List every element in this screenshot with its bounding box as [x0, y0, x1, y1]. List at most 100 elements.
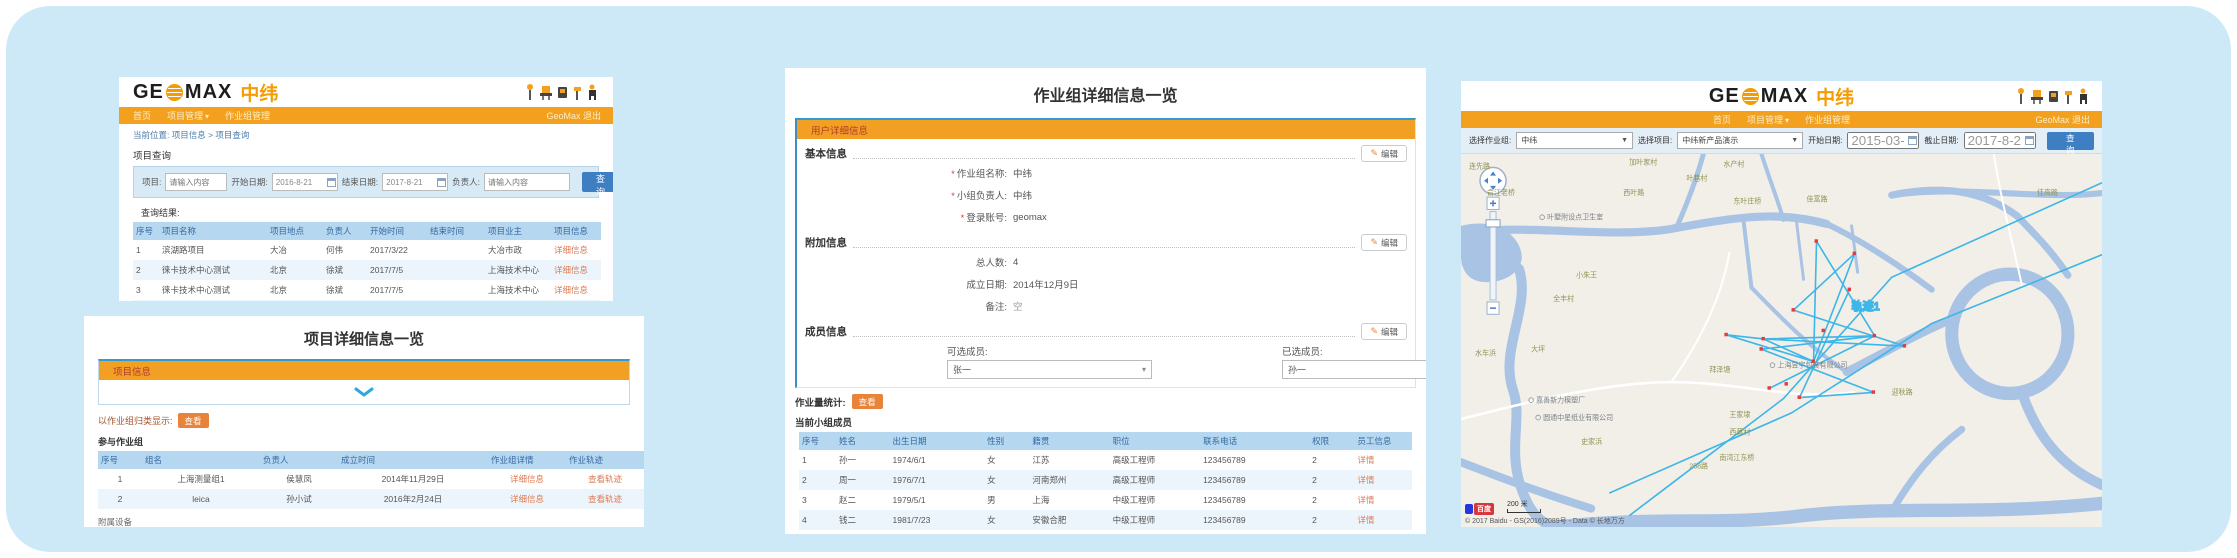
- map-place-label: 连先路: [1469, 161, 1490, 170]
- zoom-slider-handle[interactable]: [1486, 220, 1500, 227]
- map-place-label: 东叶庄桥: [1733, 196, 1761, 205]
- table-cell: 钱二: [836, 510, 889, 530]
- surveyor-icon: [586, 84, 599, 100]
- page-background: GEMAX 中纬 首页 项目管理▾ 作业组管理 GeoMax 退出 当前位置: …: [6, 6, 2231, 552]
- search-button[interactable]: 查询: [582, 172, 613, 192]
- table-cell: 上海测量组1: [142, 469, 260, 489]
- nav-home[interactable]: 首页: [1713, 113, 1731, 126]
- table-link[interactable]: 详细信息: [554, 265, 588, 275]
- edit-label: 编辑: [1381, 237, 1398, 249]
- owner-input[interactable]: [484, 173, 570, 191]
- project-select[interactable]: 中纬新产品演示▼: [1677, 132, 1803, 149]
- table-cell: 2: [1309, 510, 1354, 530]
- table-cell: 高级工程师: [1110, 470, 1201, 490]
- workload-view-button[interactable]: 查看: [852, 394, 883, 409]
- expand-toggle[interactable]: [99, 380, 629, 404]
- table-link[interactable]: 详细信息: [554, 285, 588, 295]
- map-place-label: 西蔡村: [1729, 427, 1750, 436]
- table-cell: 女: [984, 510, 1029, 530]
- table-row: 1孙一1974/6/1女江苏高级工程师1234567892详情: [799, 450, 1412, 470]
- track-label: 轨迹1: [1852, 299, 1880, 313]
- project-info-bar-label: 项目信息: [113, 364, 151, 378]
- group-display-button[interactable]: 查看: [178, 413, 209, 428]
- track-line: [1609, 255, 2102, 493]
- group-leader-value: 中纬: [1013, 188, 1032, 202]
- selected-members-select[interactable]: 孙一▾: [1282, 360, 1426, 379]
- section-basic-info: 基本信息: [805, 146, 847, 161]
- calendar-icon[interactable]: [327, 178, 336, 187]
- poi-icon: [1536, 415, 1541, 420]
- poi-icon: [1540, 215, 1545, 220]
- track-query-button[interactable]: 查询: [2047, 132, 2094, 150]
- calendar-icon[interactable]: [2025, 136, 2034, 145]
- map-canvas[interactable]: 连先路俞江老桥加叶家村叶巷村水产村东叶庄桥西叶路佳富路佳高路叶墅附设点卫生室小朱…: [1461, 154, 2102, 527]
- controller-icon: [2047, 88, 2060, 104]
- table-cell: [427, 240, 485, 260]
- map-place-label: 南湾江东桥: [1719, 453, 1754, 462]
- column-header: 结束时间: [427, 222, 485, 240]
- table-cell: 河南郑州: [1029, 470, 1109, 490]
- table-row: 4钱二1981/7/23女安徽合肥中级工程师1234567892详情: [799, 510, 1412, 530]
- edit-basic-button[interactable]: ✎编辑: [1361, 145, 1407, 162]
- table-cell: 中级工程师: [1110, 510, 1201, 530]
- workgroup-select[interactable]: 中纬▼: [1516, 132, 1633, 149]
- map-place-label: 圆通中星纸业有限公司: [1543, 413, 1613, 422]
- logout-link[interactable]: GeoMax 退出: [2035, 113, 2090, 126]
- table-link[interactable]: 查看轨迹: [588, 494, 622, 504]
- nav-workgroup-mgmt[interactable]: 作业组管理: [225, 109, 270, 122]
- attached-devices-label: 附属设备: [98, 516, 630, 527]
- map-place-label: 258路: [1689, 461, 1708, 470]
- logout-link[interactable]: GeoMax 退出: [546, 109, 601, 122]
- table-cell: 何伟: [323, 240, 367, 260]
- projects-table: 序号项目名称项目地点负责人开始时间结束时间项目业主项目信息 1滨湖路项目大冶何伟…: [133, 222, 601, 301]
- column-header: 项目业主: [485, 222, 551, 240]
- table-link[interactable]: 详细信息: [510, 494, 544, 504]
- table-link[interactable]: 查看轨迹: [588, 474, 622, 484]
- section-title-project-query: 项目查询: [119, 141, 613, 166]
- project-select-value: 中纬新产品演示: [1682, 135, 1738, 146]
- project-input[interactable]: [165, 173, 227, 191]
- column-header: 负责人: [260, 451, 338, 469]
- table-cell: 1974/6/1: [889, 450, 984, 470]
- nav-project-mgmt[interactable]: 项目管理▾: [167, 109, 209, 122]
- table-cell: [427, 260, 485, 280]
- table-cell: 大冶市政: [485, 240, 551, 260]
- nav-project-mgmt[interactable]: 项目管理▾: [1747, 113, 1789, 126]
- table-cell: 2: [1309, 470, 1354, 490]
- column-header: 籍贯: [1029, 432, 1109, 450]
- table-cell: leica: [323, 300, 367, 301]
- table-cell: 1: [799, 450, 836, 470]
- table-link[interactable]: 详情: [1357, 455, 1374, 465]
- table-link[interactable]: 详细信息: [510, 474, 544, 484]
- table-link[interactable]: 详情: [1357, 515, 1374, 525]
- nav-workgroup-mgmt[interactable]: 作业组管理: [1805, 113, 1850, 126]
- available-members-select[interactable]: 张一▾: [947, 360, 1152, 379]
- map-place-label: 小朱王: [1576, 270, 1597, 279]
- table-link[interactable]: 详细信息: [554, 245, 588, 255]
- map-scale-label: 200 米: [1507, 501, 1528, 508]
- calendar-icon[interactable]: [1908, 136, 1917, 145]
- baidu-logo[interactable]: 百度: [1465, 503, 1494, 515]
- table-link[interactable]: 详情: [1357, 495, 1374, 505]
- table-cell: 女: [984, 450, 1029, 470]
- level-icon: [572, 84, 583, 100]
- brand-bar: GEMAX 中纬: [1461, 81, 2102, 111]
- table-cell: 1976/7/1: [889, 470, 984, 490]
- map-labels-layer: 连先路俞江老桥加叶家村叶巷村水产村东叶庄桥西叶路佳富路佳高路叶墅附设点卫生室小朱…: [1469, 157, 2058, 470]
- edit-extra-button[interactable]: ✎编辑: [1361, 234, 1407, 251]
- caret-down-icon: ▾: [205, 112, 209, 121]
- nav-project-label: 项目管理: [167, 111, 203, 121]
- pencil-icon: ✎: [1370, 148, 1378, 159]
- nav-home[interactable]: 首页: [133, 109, 151, 122]
- globe-icon: [1742, 88, 1759, 105]
- owner-label: 负责人:: [452, 176, 480, 188]
- map-place-label: 叶巷村: [1686, 174, 1707, 183]
- logo-text-max: MAX: [185, 81, 232, 104]
- calendar-icon[interactable]: [437, 178, 446, 187]
- group-name-label: 作业组名称:: [957, 169, 1007, 180]
- table-cell: 123456789: [1200, 450, 1309, 470]
- edit-members-button[interactable]: ✎编辑: [1361, 323, 1407, 340]
- table-cell: 徕卡技术中心测试: [159, 280, 267, 300]
- table-cell: 查看轨迹: [566, 489, 644, 509]
- table-link[interactable]: 详情: [1357, 475, 1374, 485]
